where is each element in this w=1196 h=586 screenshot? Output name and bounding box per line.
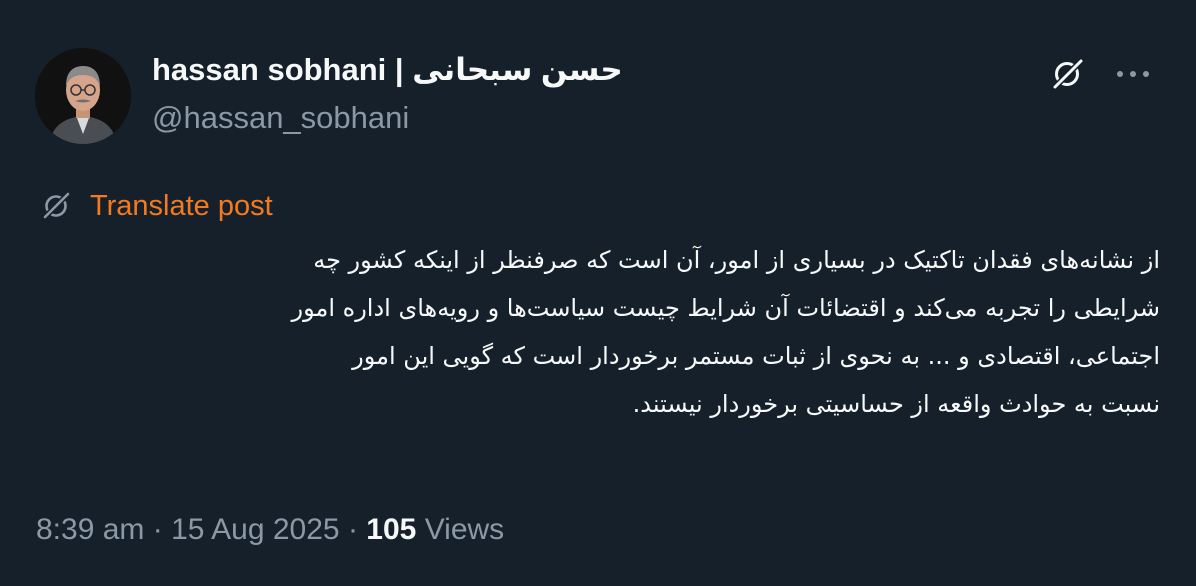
avatar[interactable] (35, 48, 131, 144)
post-time[interactable]: 8:39 am (36, 513, 144, 546)
post-metadata: 8:39 am · 15 Aug 2025 · 105 Views (36, 508, 504, 552)
post-text-line: شرایطی را تجربه می‌کند و اقتضائات آن شرا… (291, 294, 1161, 322)
more-horizontal-icon (1117, 71, 1149, 77)
translate-post-button[interactable]: Translate post (38, 188, 273, 224)
meta-separator: · (152, 513, 163, 546)
user-handle[interactable]: @hassan_sobhani (152, 96, 623, 140)
post-text-line: نسبت به حوادث واقعه از حساسیتی برخوردار … (632, 390, 1160, 418)
avatar-image (35, 48, 131, 144)
translate-post-label: Translate post (90, 190, 273, 222)
grok-button[interactable] (1046, 53, 1088, 95)
grok-icon (1052, 58, 1084, 90)
post-text-line: از نشانه‌های فقدان تاکتیک در بسیاری از ا… (313, 246, 1160, 274)
tweet-card: hassan sobhani | حسن سبحانی @hassan_sobh… (0, 0, 1196, 586)
views-label: Views (424, 513, 505, 546)
post-text-line: اجتماعی، اقتصادی و ... به نحوی از ثبات م… (352, 342, 1160, 370)
grok-translate-icon (38, 188, 74, 224)
post-text: از نشانه‌های فقدان تاکتیک در بسیاری از ا… (36, 236, 1161, 428)
more-options-button[interactable] (1112, 53, 1154, 95)
post-date[interactable]: 15 Aug 2025 (171, 513, 340, 546)
author-info: hassan sobhani | حسن سبحانی @hassan_sobh… (152, 48, 623, 140)
views-count[interactable]: 105 (366, 513, 416, 546)
display-name[interactable]: hassan sobhani | حسن سبحانی (152, 48, 623, 92)
meta-separator: · (347, 513, 358, 546)
